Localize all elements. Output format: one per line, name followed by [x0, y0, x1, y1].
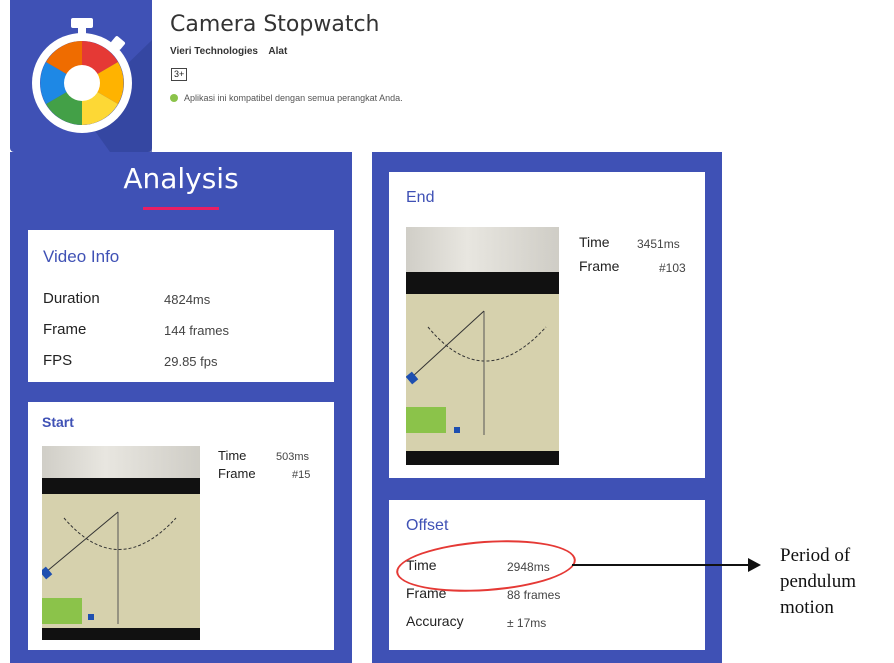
start-frame-value: #15: [292, 469, 311, 481]
fps-label: FPS: [43, 352, 73, 369]
stopwatch-aperture-icon: [32, 18, 152, 152]
annotation-line-1: Period of: [780, 545, 851, 566]
annotation-note: Period of pendulum motion: [780, 543, 856, 621]
app-icon: [10, 0, 152, 152]
category-link[interactable]: Alat: [268, 46, 287, 57]
annotation-line-3: motion: [780, 597, 834, 618]
offset-frame-value: 88 frames: [507, 588, 561, 602]
developer-link[interactable]: Vieri Technologies: [170, 46, 258, 57]
accuracy-value: ± 17ms: [507, 616, 547, 630]
frame-value: 144 frames: [164, 323, 230, 338]
end-frame-value: #103: [659, 261, 686, 275]
arrow-line: [572, 564, 750, 566]
video-info-card: Video Info Duration 4824ms Frame 144 fra…: [28, 230, 334, 382]
analysis-title: Analysis: [123, 162, 239, 195]
app-title: Camera Stopwatch: [170, 12, 380, 37]
frame-label: Frame: [43, 321, 87, 338]
fps-value: 29.85 fps: [164, 354, 218, 369]
left-analysis-panel: Analysis Video Info Duration 4824ms Fram…: [10, 152, 352, 663]
end-frame-thumbnail[interactable]: [406, 227, 559, 465]
start-time-value: 503ms: [276, 451, 310, 463]
duration-value: 4824ms: [164, 292, 211, 307]
rating-badge: 3+: [171, 68, 188, 81]
end-time-value: 3451ms: [637, 237, 680, 251]
annotation-line-2: pendulum: [780, 571, 856, 592]
title-underline: [143, 207, 219, 210]
developer-line: Vieri Technologies Alat: [170, 46, 295, 57]
accuracy-label: Accuracy: [406, 613, 464, 629]
end-frame-label: Frame: [579, 258, 620, 274]
arrow-head-icon: [748, 558, 761, 572]
start-card: Start Time 503ms Frame #15: [28, 402, 334, 650]
card-title: Video Info: [43, 247, 120, 266]
card-title: Offset: [406, 517, 449, 534]
start-time-label: Time: [218, 448, 247, 463]
end-time-label: Time: [579, 234, 610, 250]
compatibility-text: Aplikasi ini kompatibel dengan semua per…: [184, 93, 403, 103]
card-title: End: [406, 189, 435, 206]
duration-label: Duration: [43, 290, 100, 307]
end-card: End Time 3451ms Frame #103: [389, 172, 705, 478]
start-frame-thumbnail[interactable]: [42, 446, 200, 640]
start-frame-label: Frame: [218, 466, 256, 481]
info-icon: [170, 94, 178, 102]
card-title: Start: [42, 414, 74, 430]
compatibility-note: Aplikasi ini kompatibel dengan semua per…: [170, 93, 403, 103]
